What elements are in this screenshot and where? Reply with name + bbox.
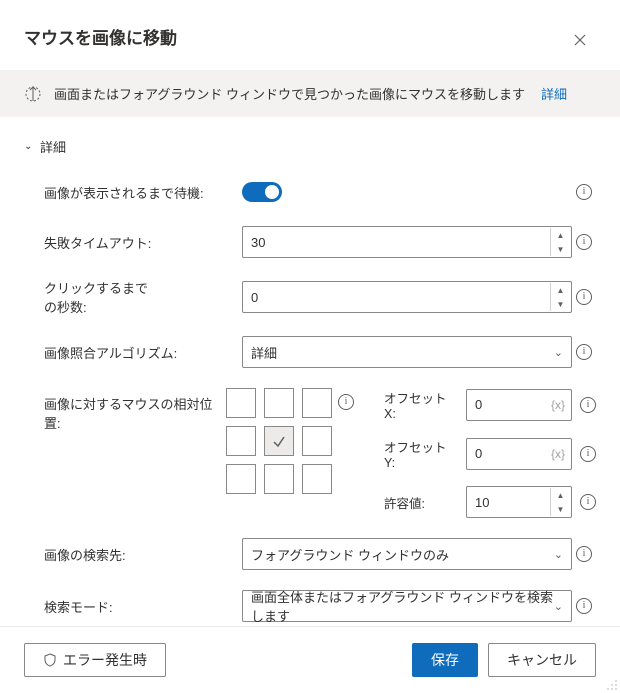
value-search-mode: 画面全体またはフォアグラウンド ウィンドウを検索します <box>251 587 554 625</box>
value-offset-y: 0 <box>475 446 482 461</box>
label-search-mode: 検索モード: <box>44 597 242 616</box>
chevron-down-icon: ⌄ <box>24 141 32 152</box>
chevron-down-icon: ⌄ <box>554 346 563 359</box>
pos-mid-center[interactable] <box>264 426 294 456</box>
action-icon <box>24 85 42 103</box>
value-fail-timeout: 30 <box>251 235 265 250</box>
label-offset-y: オフセット Y: <box>384 437 458 470</box>
help-icon[interactable]: i <box>580 397 596 413</box>
variable-icon[interactable]: {x} <box>551 398 565 412</box>
spin-down[interactable]: ▼ <box>551 297 570 311</box>
label-search-in: 画像の検索先: <box>44 545 242 564</box>
pos-mid-left[interactable] <box>226 426 256 456</box>
variable-icon[interactable]: {x} <box>551 447 565 461</box>
help-icon[interactable]: i <box>576 234 592 250</box>
dialog-title: マウスを画像に移動 <box>24 24 177 49</box>
pos-top-left[interactable] <box>226 388 256 418</box>
help-icon[interactable]: i <box>580 494 596 510</box>
label-offset-x: オフセット X: <box>384 388 458 421</box>
chevron-down-icon: ⌄ <box>554 548 563 561</box>
save-label: 保存 <box>431 650 459 670</box>
toggle-wait-for-image[interactable] <box>242 182 282 202</box>
input-offset-y[interactable]: 0 {x} <box>466 438 572 470</box>
value-offset-x: 0 <box>475 397 482 412</box>
cancel-label: キャンセル <box>507 650 577 670</box>
save-button[interactable]: 保存 <box>412 643 478 677</box>
help-icon[interactable]: i <box>576 598 592 614</box>
help-icon[interactable]: i <box>576 184 592 200</box>
label-click-delay: クリックするまで の秒数: <box>44 278 242 316</box>
value-tolerance: 10 <box>475 495 489 510</box>
value-search-in: フォアグラウンド ウィンドウのみ <box>251 545 449 564</box>
select-search-in[interactable]: フォアグラウンド ウィンドウのみ ⌄ <box>242 538 572 570</box>
on-error-label: エラー発生時 <box>63 650 147 670</box>
select-search-mode[interactable]: 画面全体またはフォアグラウンド ウィンドウを検索します ⌄ <box>242 590 572 622</box>
spin-up[interactable]: ▲ <box>551 228 570 242</box>
help-icon[interactable]: i <box>576 344 592 360</box>
spin-up[interactable]: ▲ <box>551 488 570 502</box>
input-tolerance[interactable]: 10 ▲▼ <box>466 486 572 518</box>
resize-grip-icon[interactable] <box>606 679 618 691</box>
help-icon[interactable]: i <box>338 394 354 410</box>
cancel-button[interactable]: キャンセル <box>488 643 596 677</box>
label-algorithm: 画像照合アルゴリズム: <box>44 343 242 362</box>
pos-top-center[interactable] <box>264 388 294 418</box>
pos-mid-right[interactable] <box>302 426 332 456</box>
shield-icon <box>43 653 57 667</box>
pos-bot-left[interactable] <box>226 464 256 494</box>
help-icon[interactable]: i <box>576 546 592 562</box>
input-fail-timeout[interactable]: 30 ▲▼ <box>242 226 572 258</box>
help-icon[interactable]: i <box>576 289 592 305</box>
input-offset-x[interactable]: 0 {x} <box>466 389 572 421</box>
chevron-down-icon: ⌄ <box>554 600 563 613</box>
info-text: 画面またはフォアグラウンド ウィンドウで見つかった画像にマウスを移動します <box>54 84 525 103</box>
label-wait: 画像が表示されるまで待機: <box>44 183 242 202</box>
spin-up[interactable]: ▲ <box>551 283 570 297</box>
select-match-algorithm[interactable]: 詳細 ⌄ <box>242 336 572 368</box>
spin-down[interactable]: ▼ <box>551 502 570 516</box>
on-error-button[interactable]: エラー発生時 <box>24 643 166 677</box>
label-timeout: 失敗タイムアウト: <box>44 233 242 252</box>
pos-bot-right[interactable] <box>302 464 332 494</box>
position-grid <box>226 388 332 494</box>
value-click-delay: 0 <box>251 290 258 305</box>
info-more-link[interactable]: 詳細 <box>541 84 567 103</box>
pos-top-right[interactable] <box>302 388 332 418</box>
input-click-delay[interactable]: 0 ▲▼ <box>242 281 572 313</box>
label-tolerance: 許容値: <box>384 493 458 512</box>
close-button[interactable] <box>564 24 596 56</box>
label-click-delay-2: の秒数: <box>44 300 87 315</box>
label-click-delay-1: クリックするまで <box>44 281 148 296</box>
info-bar: 画面またはフォアグラウンド ウィンドウで見つかった画像にマウスを移動します 詳細 <box>0 70 620 117</box>
spin-down[interactable]: ▼ <box>551 242 570 256</box>
help-icon[interactable]: i <box>580 446 596 462</box>
pos-bot-center[interactable] <box>264 464 294 494</box>
section-toggle-advanced[interactable]: ⌄ 詳細 <box>24 121 596 168</box>
value-match-algorithm: 詳細 <box>251 343 277 362</box>
label-relative-position: 画像に対するマウスの相対位置: <box>44 388 226 432</box>
section-label-advanced: 詳細 <box>40 137 66 156</box>
